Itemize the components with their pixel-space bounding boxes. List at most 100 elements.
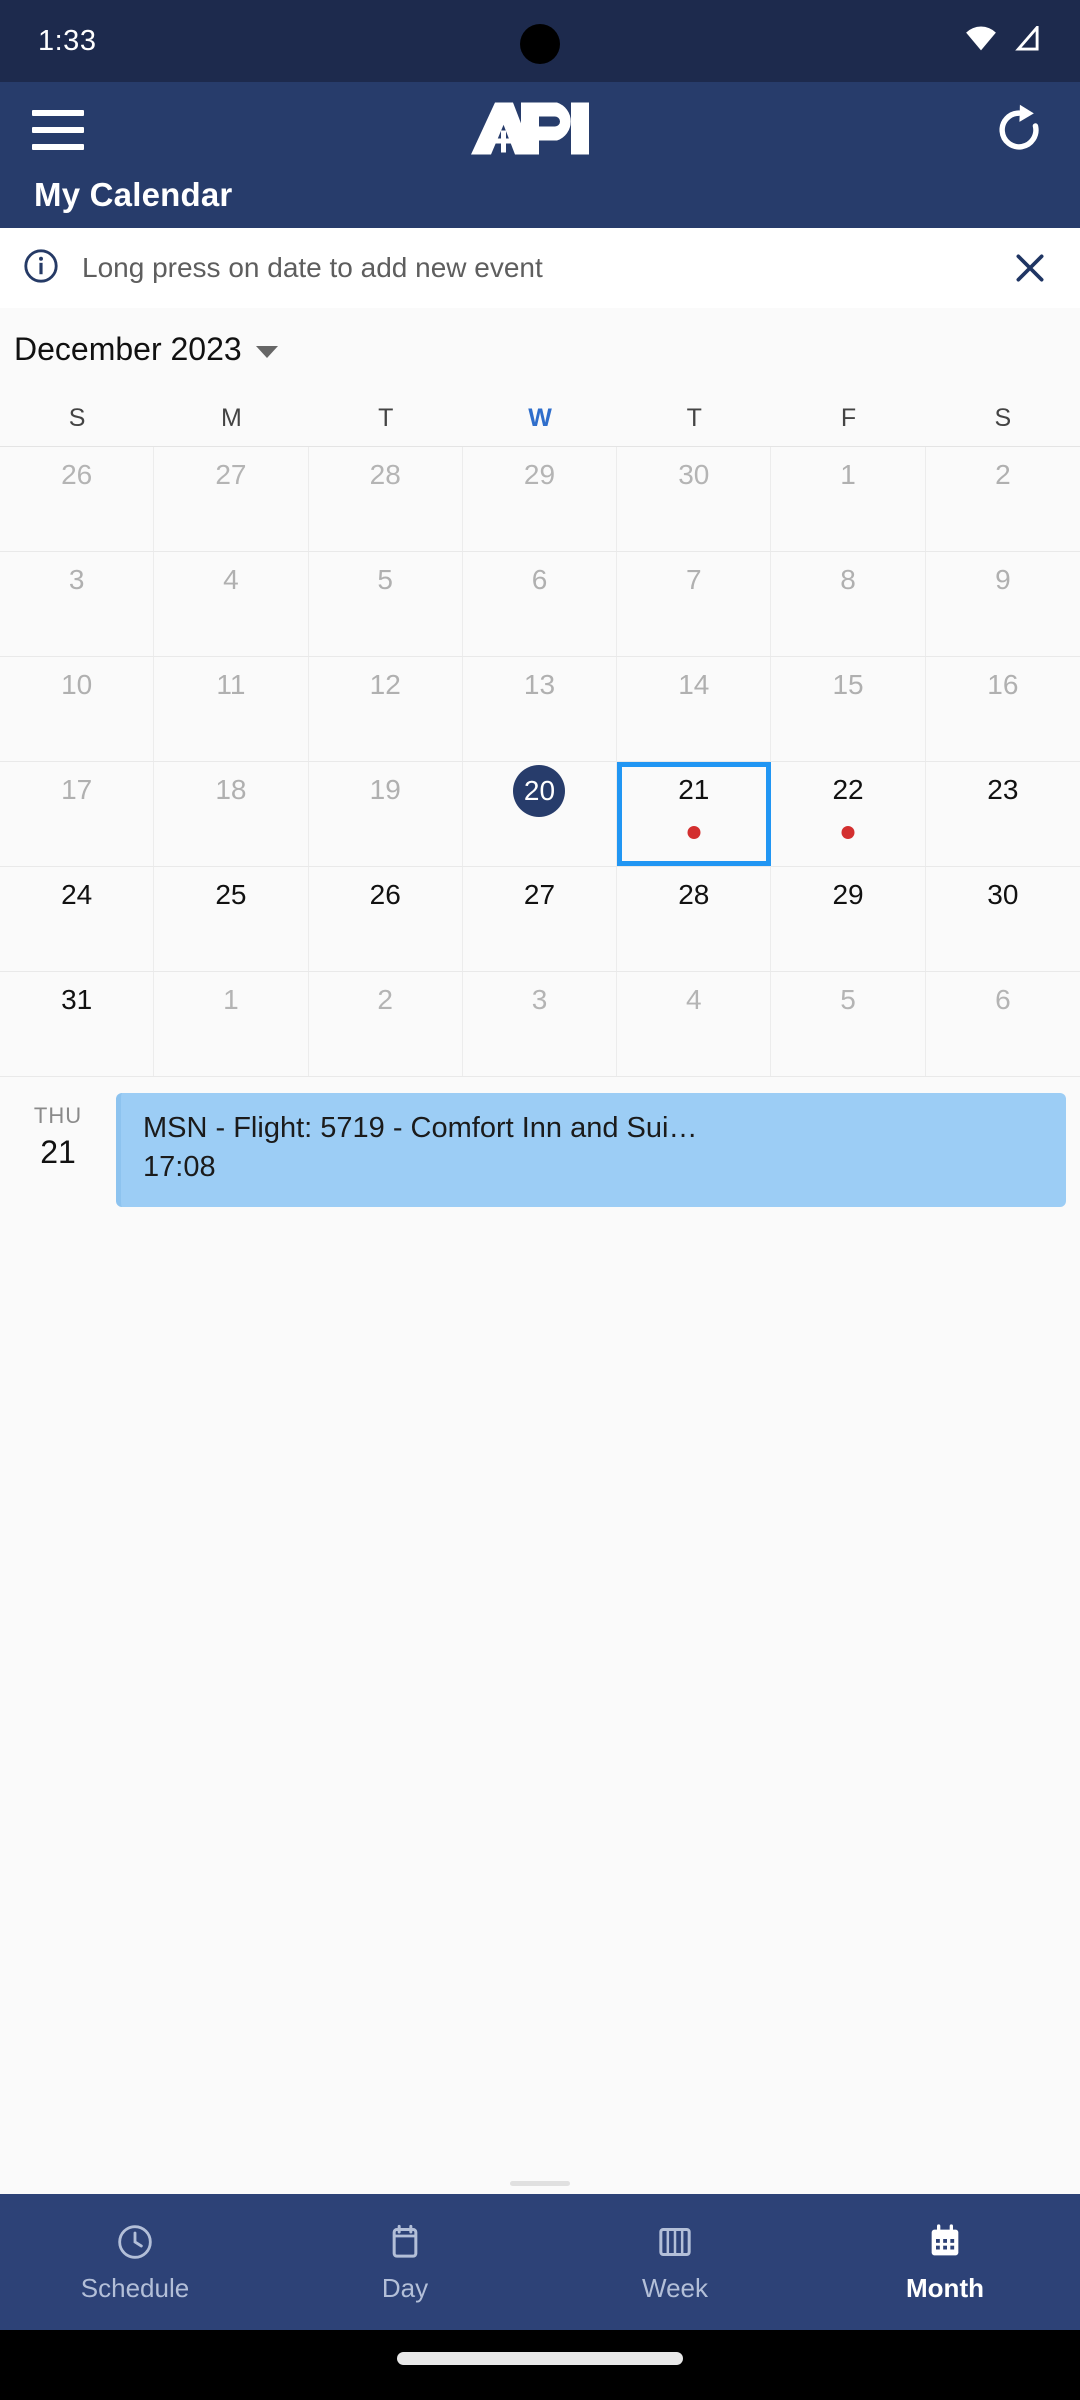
nav-item-label: Day	[381, 2272, 429, 2303]
day-number: 14	[678, 669, 710, 700]
calendar-week-row: 26 27 28 29 30 1 2	[0, 447, 1080, 552]
calendar-day-cell[interactable]: 30	[617, 447, 772, 551]
calendar-day-cell[interactable]: 17	[0, 762, 155, 866]
nav-item-day[interactable]: Day	[270, 2221, 540, 2304]
agenda-day-of-week: THU	[33, 1103, 83, 1128]
weekday-header: W	[528, 403, 552, 432]
calendar-day-cell[interactable]: 13	[463, 657, 618, 761]
calendar-day-cell[interactable]: 14	[617, 657, 772, 761]
chevron-down-icon[interactable]	[255, 346, 278, 358]
day-number: 22	[832, 774, 864, 805]
calendar-day-cell[interactable]: 27	[463, 867, 618, 971]
calendar-day-cell[interactable]: 3	[0, 552, 155, 656]
calendar-day-cell[interactable]: 24	[0, 867, 155, 971]
month-selector[interactable]: December 2023	[0, 308, 1080, 390]
calendar-day-cell[interactable]: 5	[771, 972, 926, 1076]
month-calendar-icon	[924, 2221, 966, 2263]
day-number: 29	[523, 459, 556, 490]
day-number: 15	[832, 669, 864, 700]
nav-item-week[interactable]: Week	[540, 2221, 810, 2304]
refresh-icon[interactable]	[990, 101, 1048, 159]
close-icon[interactable]	[1008, 246, 1052, 290]
nav-item-label: Week	[642, 2272, 708, 2303]
calendar-day-cell[interactable]: 26	[309, 867, 463, 971]
calendar-day-cell[interactable]: 26	[0, 447, 155, 551]
calendar-day-cell[interactable]: 4	[154, 552, 309, 656]
calendar-day-cell[interactable]: 21	[617, 762, 772, 866]
day-number: 2	[377, 984, 393, 1015]
calendar-day-cell[interactable]: 25	[154, 867, 309, 971]
week-view-icon	[654, 2221, 696, 2263]
calendar-day-cell[interactable]: 16	[926, 657, 1080, 761]
nav-item-schedule[interactable]: Schedule	[0, 2221, 270, 2304]
day-number: 21	[678, 774, 710, 805]
calendar-day-cell[interactable]: 7	[617, 552, 772, 656]
calendar-day-cell[interactable]: 15	[771, 657, 926, 761]
calendar-day-cell[interactable]: 31	[0, 972, 155, 1076]
day-number: 7	[685, 564, 702, 595]
calendar-day-cell[interactable]: 11	[154, 657, 309, 761]
nav-item-label: Schedule	[80, 2272, 190, 2303]
day-number: 9	[995, 564, 1011, 595]
hamburger-menu-icon[interactable]	[32, 110, 84, 150]
weekday-header: T	[686, 403, 702, 432]
calendar-day-cell[interactable]: 28	[309, 447, 463, 551]
day-number: 8	[840, 564, 856, 595]
calendar-day-cell[interactable]: 10	[0, 657, 155, 761]
calendar-day-cell[interactable]: 20	[463, 762, 618, 866]
calendar-day-cell[interactable]: 3	[463, 972, 618, 1076]
calendar-day-cell[interactable]: 6	[926, 972, 1080, 1076]
scroll-indicator	[510, 2181, 570, 2186]
calendar-day-cell[interactable]: 23	[926, 762, 1080, 866]
event-indicator-dot	[841, 826, 855, 839]
weekday-header: S	[68, 403, 86, 432]
calendar-day-cell[interactable]: 6	[463, 552, 618, 656]
info-icon	[22, 247, 60, 290]
day-number: 16	[987, 669, 1019, 700]
calendar-day-cell[interactable]: 30	[926, 867, 1080, 971]
calendar-day-cell[interactable]: 8	[771, 552, 926, 656]
camera-punch-hole	[520, 24, 560, 64]
calendar-day-cell[interactable]: 22	[771, 762, 926, 866]
calendar-day-cell[interactable]: 2	[309, 972, 463, 1076]
calendar-day-cell[interactable]: 19	[309, 762, 463, 866]
day-number: 27	[523, 879, 556, 910]
day-view-icon	[384, 2221, 426, 2263]
calendar-day-cell[interactable]: 2	[926, 447, 1080, 551]
status-time: 1:33	[38, 24, 97, 57]
calendar-week-row: 17 18 19 20 21 22 23	[0, 762, 1080, 867]
event-time: 17:08	[143, 1151, 216, 1184]
nav-item-label: Month	[906, 2272, 984, 2303]
calendar-day-cell[interactable]: 4	[617, 972, 772, 1076]
day-number: 3	[68, 564, 85, 595]
gesture-handle[interactable]	[397, 2352, 683, 2365]
status-icons	[964, 23, 1042, 57]
agenda-date-label: THU 21	[0, 1093, 116, 1207]
event-card[interactable]: MSN - Flight: 5719 - Comfort Inn and Sui…	[116, 1093, 1066, 1208]
bottom-navigation: Schedule Day Week Month	[0, 2194, 1080, 2330]
day-number: 25	[215, 879, 247, 910]
day-number: 10	[61, 669, 93, 700]
calendar-day-cell[interactable]: 29	[771, 867, 926, 971]
calendar-grid[interactable]: 26 27 28 29 30 1 2 3 4 5 6 7 8 9 10 11 12 13 14 15 16 17 18 19 2…	[0, 446, 1080, 1077]
day-number: 26	[369, 879, 401, 910]
status-bar: 1:33	[0, 0, 1080, 82]
calendar-week-row: 24 25 26 27 28 29 30	[0, 867, 1080, 972]
calendar-day-cell[interactable]: 9	[926, 552, 1080, 656]
nav-item-month[interactable]: Month	[810, 2221, 1080, 2304]
day-number: 6	[995, 984, 1011, 1015]
day-number: 30	[678, 459, 710, 490]
calendar-day-cell[interactable]: 27	[154, 447, 309, 551]
calendar-week-row: 10 11 12 13 14 15 16	[0, 657, 1080, 762]
calendar-day-cell[interactable]: 18	[154, 762, 309, 866]
calendar-day-cell[interactable]: 5	[309, 552, 463, 656]
calendar-day-cell[interactable]: 12	[309, 657, 463, 761]
calendar-day-cell[interactable]: 28	[617, 867, 772, 971]
calendar-day-cell[interactable]: 29	[463, 447, 618, 551]
calendar-day-cell[interactable]: 1	[771, 447, 926, 551]
calendar-day-cell[interactable]: 1	[154, 972, 309, 1076]
weekday-header: F	[840, 403, 857, 432]
day-number: 5	[377, 564, 393, 595]
day-number: 23	[987, 774, 1019, 805]
day-number: 18	[215, 774, 247, 805]
